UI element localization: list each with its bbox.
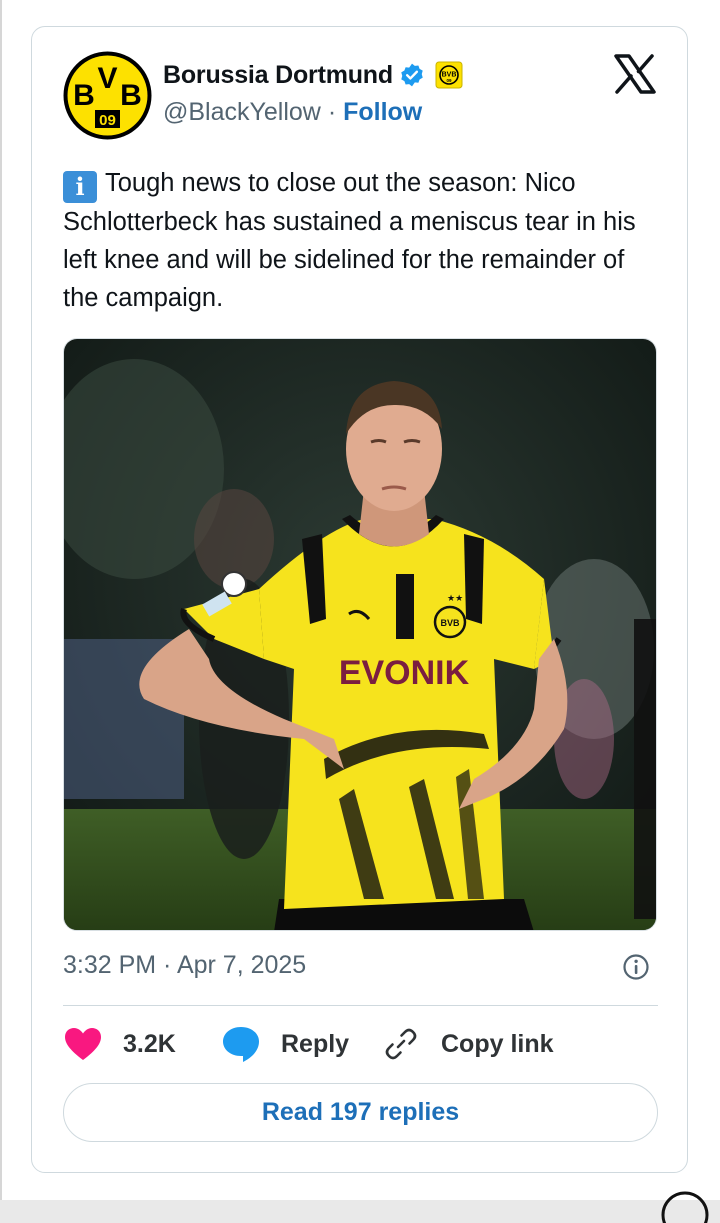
tweet-actions: 3.2K Reply Copy link	[63, 1024, 663, 1064]
bvb-affiliate-badge-icon: BVB 09	[435, 61, 463, 89]
avatar-number: 09	[99, 112, 116, 129]
information-emoji: i	[63, 171, 97, 203]
player-photo-illustration: BVB ★★ EVONIK	[64, 339, 656, 930]
reply-label: Reply	[281, 1029, 350, 1058]
svg-text:BVB: BVB	[440, 618, 460, 628]
avatar-letter-b2: B	[120, 79, 142, 112]
svg-text:★★: ★★	[447, 594, 463, 604]
tweet-photo[interactable]: BVB ★★ EVONIK	[63, 338, 657, 931]
like-button[interactable]: 3.2K	[63, 1024, 176, 1064]
jersey-sponsor-text: EVONIK	[339, 654, 470, 692]
author-name[interactable]: Borussia Dortmund	[163, 61, 393, 90]
read-replies-button[interactable]: Read 197 replies	[63, 1083, 658, 1142]
author-handle[interactable]: @BlackYellow	[163, 98, 321, 126]
speech-bubble-icon	[223, 1027, 259, 1062]
tweet-timestamp[interactable]: 3:32 PM · Apr 7, 2025	[63, 951, 306, 980]
divider	[63, 1005, 658, 1006]
info-circle-icon[interactable]	[622, 953, 650, 981]
verified-badge-icon	[401, 63, 423, 87]
handle-separator: ·	[320, 98, 344, 126]
copy-link-button[interactable]: Copy link	[383, 1024, 554, 1064]
author-handle-row: @BlackYellow · Follow	[163, 98, 422, 127]
heart-icon	[65, 1028, 101, 1060]
copy-link-label: Copy link	[441, 1029, 554, 1058]
reply-button[interactable]: Reply	[221, 1024, 349, 1064]
follow-button[interactable]: Follow	[343, 98, 422, 126]
avatar-letter-v: V	[97, 62, 117, 95]
like-count: 3.2K	[123, 1029, 176, 1058]
partial-circle-icon	[661, 1191, 709, 1223]
tweet-text: i Tough news to close out the season: Nic…	[63, 164, 663, 317]
avatar-letter-b1: B	[73, 79, 95, 112]
left-edge	[0, 0, 2, 1200]
author-name-row: Borussia Dortmund BVB 09	[163, 58, 463, 92]
x-logo-icon[interactable]	[614, 54, 656, 94]
bvb-crest-icon[interactable]: B V B 09	[62, 50, 153, 141]
tweet-body: Tough news to close out the season: Nico…	[63, 169, 636, 312]
link-icon	[385, 1028, 417, 1060]
svg-text:09: 09	[446, 78, 452, 83]
